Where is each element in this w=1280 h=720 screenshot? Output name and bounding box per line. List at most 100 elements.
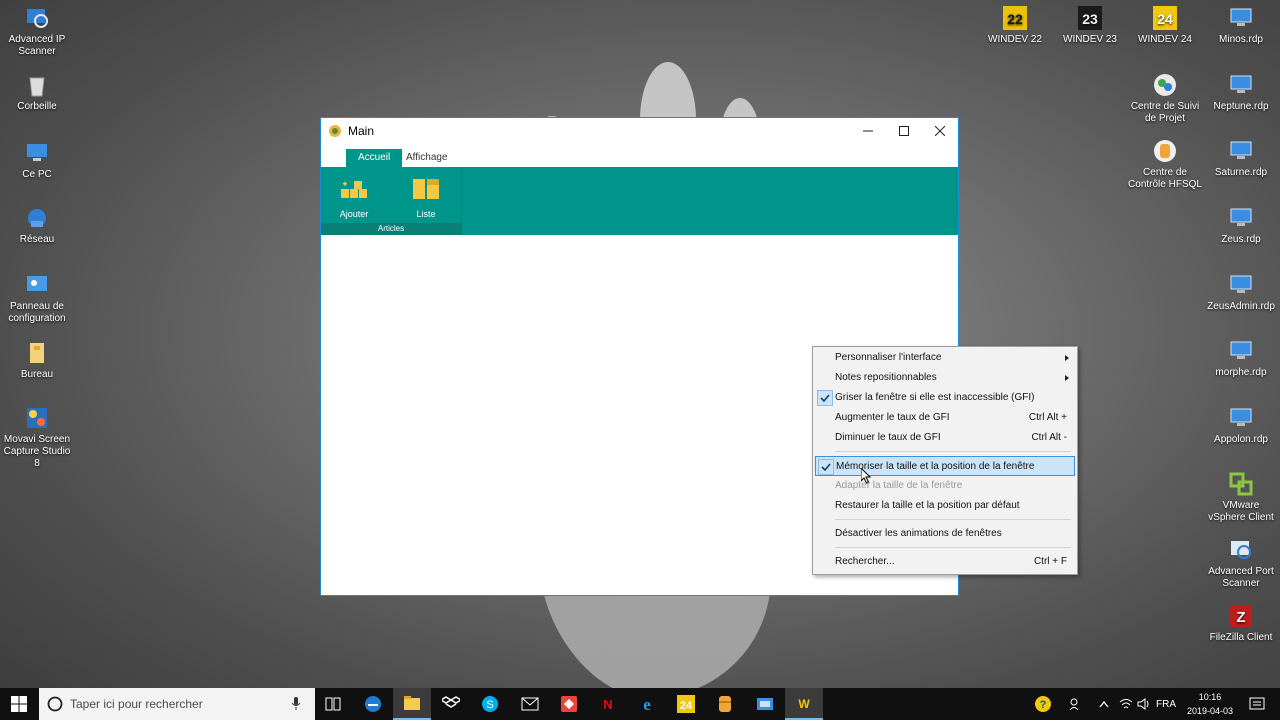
- window-titlebar[interactable]: Main: [321, 118, 958, 143]
- search-placeholder: Taper ici pour rechercher: [70, 697, 203, 711]
- desktop-icon-windev-22[interactable]: 22 WINDEV 22: [978, 5, 1052, 46]
- desktop-icon-minos-rdp[interactable]: Minos.rdp: [1204, 5, 1278, 46]
- taskbar-clock[interactable]: 10:16 2019-04-03: [1180, 690, 1240, 718]
- context-menu: Personnaliser l'interface Notes repositi…: [812, 346, 1078, 575]
- mouse-cursor-icon: [861, 468, 871, 484]
- minimize-button[interactable]: [850, 118, 886, 143]
- menu-item-notes-repositionnables[interactable]: Notes repositionnables: [815, 368, 1075, 388]
- maximize-icon: [899, 125, 909, 136]
- desktop-icon-windev-24[interactable]: 24 WINDEV 24: [1128, 5, 1202, 46]
- desktop-icon-zeus-rdp[interactable]: Zeus.rdp: [1204, 205, 1278, 246]
- menu-item-label: Griser la fenêtre si elle est inaccessib…: [835, 392, 1035, 403]
- desktop-icon-advanced-port-scanner[interactable]: Advanced Port Scanner: [1204, 537, 1278, 590]
- movavi-icon: [24, 405, 50, 431]
- svg-text:23: 23: [1082, 11, 1098, 27]
- desktop-icon-label: Centre de Contrôle HFSQL: [1128, 167, 1202, 190]
- port-scanner-icon: [1228, 537, 1254, 563]
- speaker-icon: [1137, 698, 1149, 710]
- rdp-icon: [1228, 338, 1254, 364]
- help-icon: ?: [1035, 696, 1051, 712]
- menu-item-rechercher[interactable]: Rechercher... Ctrl + F: [815, 552, 1075, 572]
- desktop-icon-zeusadmin-rdp[interactable]: ZeusAdmin.rdp: [1204, 272, 1278, 313]
- taskbar-skype[interactable]: S: [471, 688, 509, 720]
- menu-item-label: Adapter la taille de la fenêtre: [835, 480, 963, 491]
- menu-item-desactiver-animations[interactable]: Désactiver les animations de fenêtres: [815, 524, 1075, 544]
- ie-icon: e: [643, 695, 651, 713]
- hfsql-icon: [1152, 138, 1178, 164]
- tab-affichage[interactable]: Affichage: [394, 149, 460, 167]
- desktop-icon-appolon-rdp[interactable]: Appolon.rdp: [1204, 405, 1278, 446]
- desktop-icon-saturne-rdp[interactable]: Saturne.rdp: [1204, 138, 1278, 179]
- tray-people[interactable]: [1064, 688, 1088, 720]
- dropbox-icon: [442, 696, 460, 708]
- menu-item-diminuer-gfi[interactable]: Diminuer le taux de GFI Ctrl Alt -: [815, 428, 1075, 448]
- taskbar-anydesk[interactable]: [550, 688, 588, 720]
- tray-action-center[interactable]: [1244, 688, 1270, 720]
- desktop-icon-label: Centre de Suivi de Projet: [1130, 101, 1200, 124]
- svg-text:S: S: [486, 699, 493, 711]
- ribbon-group-label: Articles: [321, 223, 461, 235]
- taskbar-internet-explorer[interactable]: e: [628, 688, 666, 720]
- menu-separator: [835, 451, 1071, 452]
- windows-logo-icon: [11, 696, 27, 712]
- ajouter-button[interactable]: Ajouter: [324, 177, 384, 219]
- people-icon: [1069, 698, 1079, 711]
- desktop-icon-recycle-bin[interactable]: Corbeille: [0, 72, 74, 113]
- menu-item-memoriser-taille-position[interactable]: Mémoriser la taille et la position de la…: [815, 456, 1075, 476]
- desktop-icon-windev-23[interactable]: 23 WINDEV 23: [1053, 5, 1127, 46]
- desktop-icon-network[interactable]: Réseau: [0, 205, 74, 246]
- taskbar-edge[interactable]: [354, 688, 392, 720]
- desktop-icon-morphe-rdp[interactable]: morphe.rdp: [1204, 338, 1278, 379]
- menu-item-shortcut: Ctrl + F: [1033, 556, 1067, 567]
- maximize-button[interactable]: [886, 118, 922, 143]
- menu-item-restaurer-taille-position[interactable]: Restaurer la taille et la position par d…: [815, 496, 1075, 516]
- desktop-icon-this-pc[interactable]: Ce PC: [0, 140, 74, 181]
- taskbar-netflix[interactable]: N: [589, 688, 627, 720]
- taskbar-file-explorer[interactable]: [393, 688, 431, 720]
- desktop-icon-neptune-rdp[interactable]: Neptune.rdp: [1204, 72, 1278, 113]
- submenu-arrow-icon: [1065, 355, 1069, 361]
- taskbar-network-tool[interactable]: [746, 688, 784, 720]
- menu-item-augmenter-gfi[interactable]: Augmenter le taux de GFI Ctrl Alt +: [815, 408, 1075, 428]
- desktop-icon-filezilla[interactable]: Z FileZilla Client: [1204, 603, 1278, 644]
- svg-text:22: 22: [1007, 11, 1023, 27]
- tray-network[interactable]: [1116, 688, 1136, 720]
- desktop-icon-project-center[interactable]: Centre de Suivi de Projet: [1128, 72, 1202, 125]
- menu-item-griser-fenetre[interactable]: Griser la fenêtre si elle est inaccessib…: [815, 388, 1075, 408]
- desktop-icon-bureau[interactable]: Bureau: [0, 340, 74, 381]
- close-button[interactable]: [922, 118, 958, 143]
- tray-show-hidden[interactable]: [1094, 688, 1114, 720]
- tray-volume[interactable]: [1134, 688, 1154, 720]
- desktop-icon-control-panel[interactable]: Panneau de configuration: [0, 272, 74, 325]
- taskbar-hfsql[interactable]: [706, 688, 744, 720]
- start-button[interactable]: [0, 688, 38, 720]
- taskbar-search-box[interactable]: Taper ici pour rechercher: [39, 688, 315, 720]
- tray-help[interactable]: ?: [1030, 688, 1056, 720]
- menu-item-label: Désactiver les animations de fenêtres: [835, 528, 1002, 539]
- desktop-icon-label: Bureau: [20, 369, 54, 380]
- desktop-icon-movavi[interactable]: Movavi Screen Capture Studio 8: [0, 405, 74, 470]
- liste-button[interactable]: Liste: [396, 177, 456, 219]
- taskbar-dropbox[interactable]: [432, 688, 470, 720]
- mail-icon: [521, 697, 539, 711]
- task-view-button[interactable]: [314, 688, 352, 720]
- computer-icon: [24, 140, 50, 166]
- taskbar-windev-24[interactable]: 24: [667, 688, 705, 720]
- desktop-icon-label: Corbeille: [17, 101, 57, 112]
- boxes-add-icon: [341, 181, 367, 198]
- cortana-circle-icon: [47, 696, 63, 712]
- desktop-icon-vmware[interactable]: VMware vSphere Client: [1204, 471, 1278, 524]
- menu-item-label: Restaurer la taille et la position par d…: [835, 500, 1020, 511]
- notification-icon: [1249, 697, 1265, 710]
- menu-item-adapter-taille: Adapter la taille de la fenêtre: [815, 476, 1075, 496]
- netflix-icon: N: [600, 696, 616, 712]
- menu-item-personnaliser-interface[interactable]: Personnaliser l'interface: [815, 348, 1075, 368]
- taskbar-windev[interactable]: W: [785, 688, 823, 720]
- tray-language[interactable]: FRA: [1154, 688, 1178, 720]
- desktop-icon-label: VMware vSphere Client: [1208, 500, 1274, 523]
- taskbar-mail[interactable]: [511, 688, 549, 720]
- desktop-icon-advanced-ip-scanner[interactable]: Advanced IP Scanner: [0, 5, 74, 58]
- desktop-icon-hfsql[interactable]: Centre de Contrôle HFSQL: [1128, 138, 1202, 191]
- filezilla-icon: Z: [1228, 603, 1254, 629]
- list-panel-icon: [413, 179, 439, 199]
